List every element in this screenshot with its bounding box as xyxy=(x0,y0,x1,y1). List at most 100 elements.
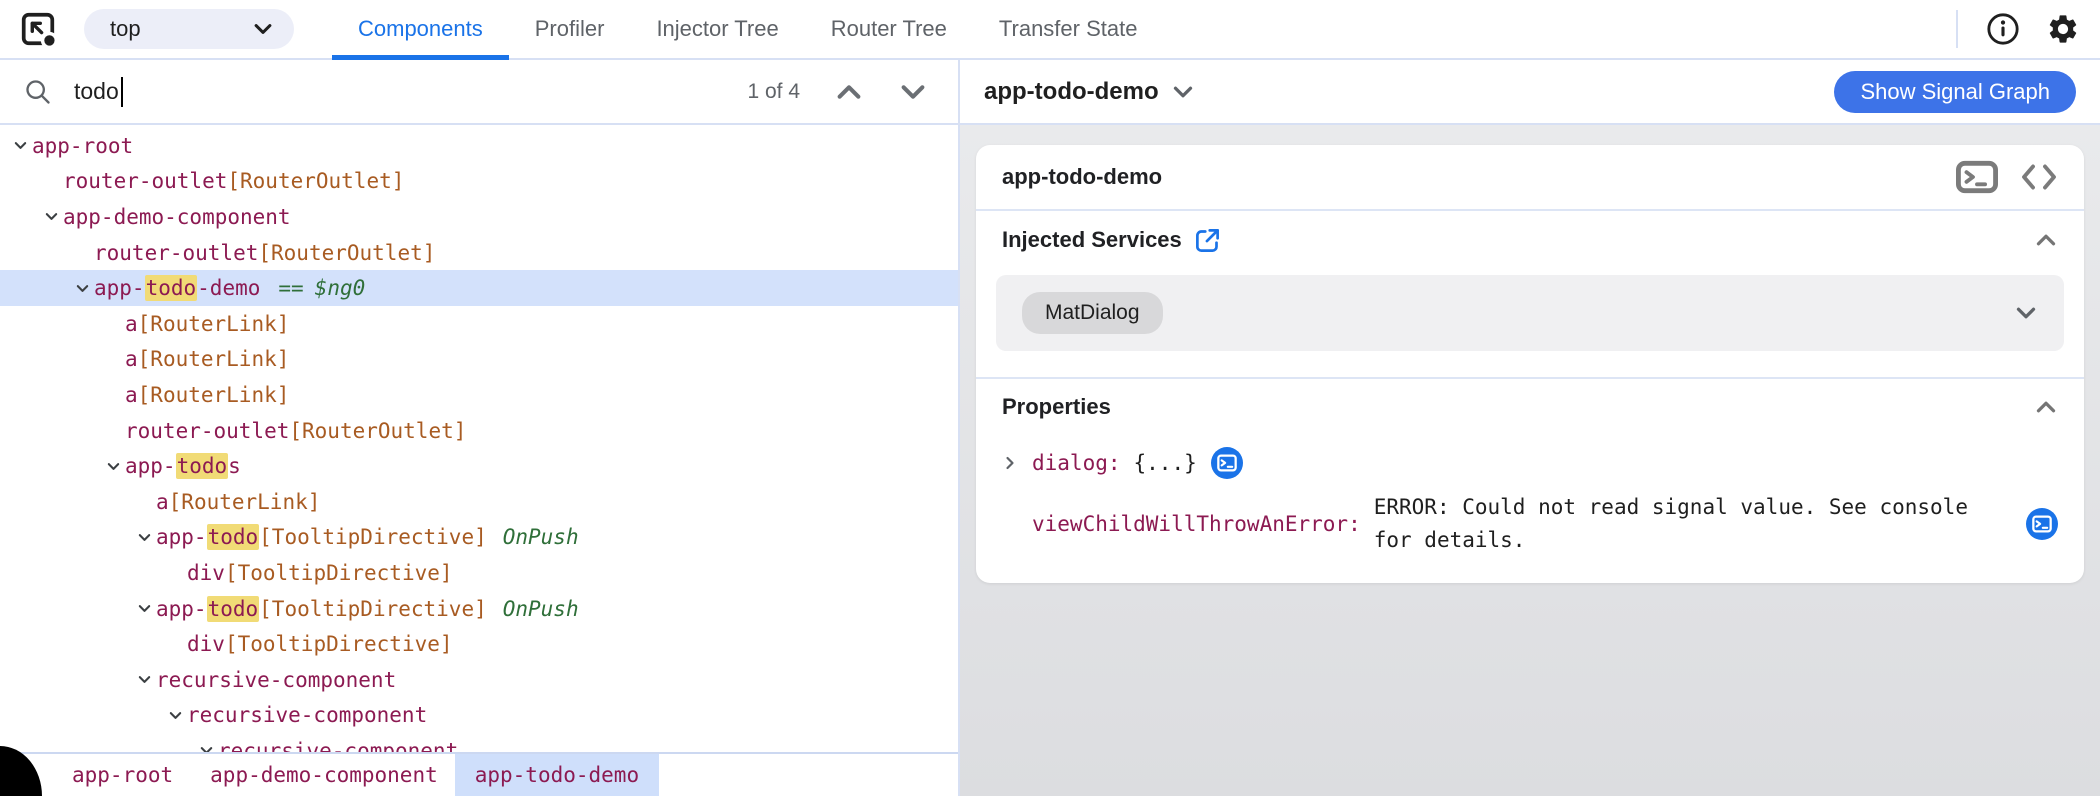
collapse-section-icon[interactable] xyxy=(2034,395,2058,419)
search-input[interactable]: todo xyxy=(74,78,119,105)
search-match-highlight: todo xyxy=(144,275,198,302)
tab-components[interactable]: Components xyxy=(332,0,509,60)
expand-chevron-icon[interactable] xyxy=(8,138,32,153)
property-row-viewchild-error: viewChildWillThrowAnError: ERROR: Could … xyxy=(976,491,2084,575)
tab-transfer-state[interactable]: Transfer State xyxy=(973,0,1164,58)
log-to-console-icon[interactable] xyxy=(1211,447,1243,479)
tree-node[interactable]: recursive-component xyxy=(0,733,958,752)
terminal-icon[interactable] xyxy=(1956,160,1998,194)
injected-services-heading: Injected Services xyxy=(1002,227,1182,252)
info-button[interactable] xyxy=(1986,12,2020,46)
element-name: recursive-component xyxy=(218,738,459,752)
component-inspector-panel: app-todo-demo Show Signal Graph app-todo… xyxy=(960,60,2100,796)
expand-services-icon[interactable] xyxy=(2014,301,2038,325)
expand-chevron-icon[interactable] xyxy=(101,459,125,474)
directive-label: [RouterLink] xyxy=(137,347,290,372)
directive-label: [TooltipDirective] xyxy=(259,525,487,550)
chevron-down-icon xyxy=(252,18,274,40)
inspect-element-icon xyxy=(18,9,58,49)
directive-label: [RouterOutlet] xyxy=(289,418,467,443)
expand-chevron-icon[interactable] xyxy=(132,530,156,545)
collapse-section-icon[interactable] xyxy=(2034,228,2058,252)
tab-router-tree[interactable]: Router Tree xyxy=(805,0,973,58)
breadcrumb-item[interactable]: app-demo-component xyxy=(210,754,438,796)
inspector-body: app-todo-demo Injected Services MatDialo… xyxy=(960,125,2100,796)
injected-services-section-header: Injected Services xyxy=(976,211,2084,269)
injected-services-box: MatDialog xyxy=(996,275,2064,351)
show-signal-graph-button[interactable]: Show Signal Graph xyxy=(1834,70,2076,113)
tree-node[interactable]: router-outlet [RouterOutlet] xyxy=(0,413,958,449)
element-name: router-outlet xyxy=(125,418,290,443)
element-name: app-todo-demo xyxy=(94,275,261,302)
tree-node[interactable]: app-root xyxy=(0,128,958,164)
tree-node[interactable]: a [RouterLink] xyxy=(0,484,958,520)
frame-selector-dropdown[interactable]: top xyxy=(84,9,294,49)
expand-chevron-icon[interactable] xyxy=(39,209,63,224)
previous-match-button[interactable] xyxy=(834,77,864,107)
element-name: app-root xyxy=(32,133,134,158)
tab-injector-tree[interactable]: Injector Tree xyxy=(630,0,804,58)
directive-label: [TooltipDirective] xyxy=(224,560,453,585)
expand-chevron-icon[interactable] xyxy=(132,601,156,616)
search-match-highlight: todo xyxy=(206,524,260,551)
element-name: app-todo xyxy=(156,595,260,622)
inspect-element-button[interactable] xyxy=(18,9,58,49)
search-icon xyxy=(24,78,52,106)
toolbar-divider xyxy=(1956,10,1958,48)
tree-node[interactable]: div [TooltipDirective] xyxy=(0,626,958,662)
element-name: router-outlet xyxy=(94,240,259,265)
tree-node[interactable]: a [RouterLink] xyxy=(0,342,958,378)
element-name: app-todo xyxy=(156,524,260,551)
tab-profiler[interactable]: Profiler xyxy=(509,0,631,58)
element-name: router-outlet xyxy=(63,169,228,194)
open-in-new-icon[interactable] xyxy=(1194,227,1221,254)
element-name: a xyxy=(156,489,169,514)
directive-label: [RouterLink] xyxy=(168,489,321,514)
expand-chevron-icon[interactable] xyxy=(132,672,156,687)
element-name: a xyxy=(125,382,138,407)
element-name: div xyxy=(187,560,225,585)
breadcrumb-item[interactable]: app-todo-demo xyxy=(454,754,660,796)
tree-node[interactable]: app-todos xyxy=(0,448,958,484)
settings-button[interactable] xyxy=(2020,12,2080,46)
info-icon xyxy=(1986,12,2020,46)
tree-node[interactable]: app-todo-demo == $ng0 xyxy=(0,270,958,306)
breadcrumb: app-root app-demo-component app-todo-demo xyxy=(0,752,958,796)
tree-node[interactable]: a [RouterLink] xyxy=(0,377,958,413)
element-name: a xyxy=(125,311,138,336)
log-to-console-icon[interactable] xyxy=(2026,508,2058,540)
chevron-down-icon[interactable] xyxy=(1171,80,1195,104)
tree-node[interactable]: a [RouterLink] xyxy=(0,306,958,342)
expand-chevron-icon[interactable] xyxy=(70,281,94,296)
properties-heading: Properties xyxy=(1002,394,1111,419)
next-match-button[interactable] xyxy=(898,77,928,107)
expand-chevron-icon[interactable] xyxy=(194,743,218,752)
tree-node[interactable]: app-todo [TooltipDirective] OnPush xyxy=(0,520,958,556)
card-title: app-todo-demo xyxy=(1002,164,1163,189)
service-chip[interactable]: MatDialog xyxy=(1022,292,1163,334)
breadcrumb-item[interactable]: app-root xyxy=(72,754,173,796)
tree-node[interactable]: router-outlet [RouterOutlet] xyxy=(0,164,958,200)
change-detection-mode: OnPush xyxy=(502,525,579,550)
directive-label: [RouterOutlet] xyxy=(258,240,436,265)
element-name: div xyxy=(187,632,225,657)
element-name: recursive-component xyxy=(187,703,428,728)
tree-node[interactable]: recursive-component xyxy=(0,698,958,734)
devtools-toolbar: top Components Profiler Injector Tree Ro… xyxy=(0,0,2100,60)
expand-chevron-icon[interactable] xyxy=(163,708,187,723)
property-value: {...} xyxy=(1133,451,1197,475)
property-name: dialog: xyxy=(1032,451,1121,475)
directive-label: [RouterLink] xyxy=(137,311,290,336)
element-name: a xyxy=(125,347,138,372)
tree-node[interactable]: router-outlet [RouterOutlet] xyxy=(0,235,958,271)
tree-node[interactable]: recursive-component xyxy=(0,662,958,698)
gear-icon xyxy=(2046,12,2080,46)
tree-node[interactable]: div [TooltipDirective] xyxy=(0,555,958,591)
tree-node[interactable]: app-todo [TooltipDirective] OnPush xyxy=(0,591,958,627)
tree-node[interactable]: app-demo-component xyxy=(0,199,958,235)
view-source-icon[interactable] xyxy=(2020,162,2058,192)
console-reference-equals: == xyxy=(278,276,304,301)
element-name: app-todos xyxy=(125,453,241,480)
directive-label: [RouterOutlet] xyxy=(227,169,405,194)
expand-property-button[interactable] xyxy=(1002,455,1032,471)
